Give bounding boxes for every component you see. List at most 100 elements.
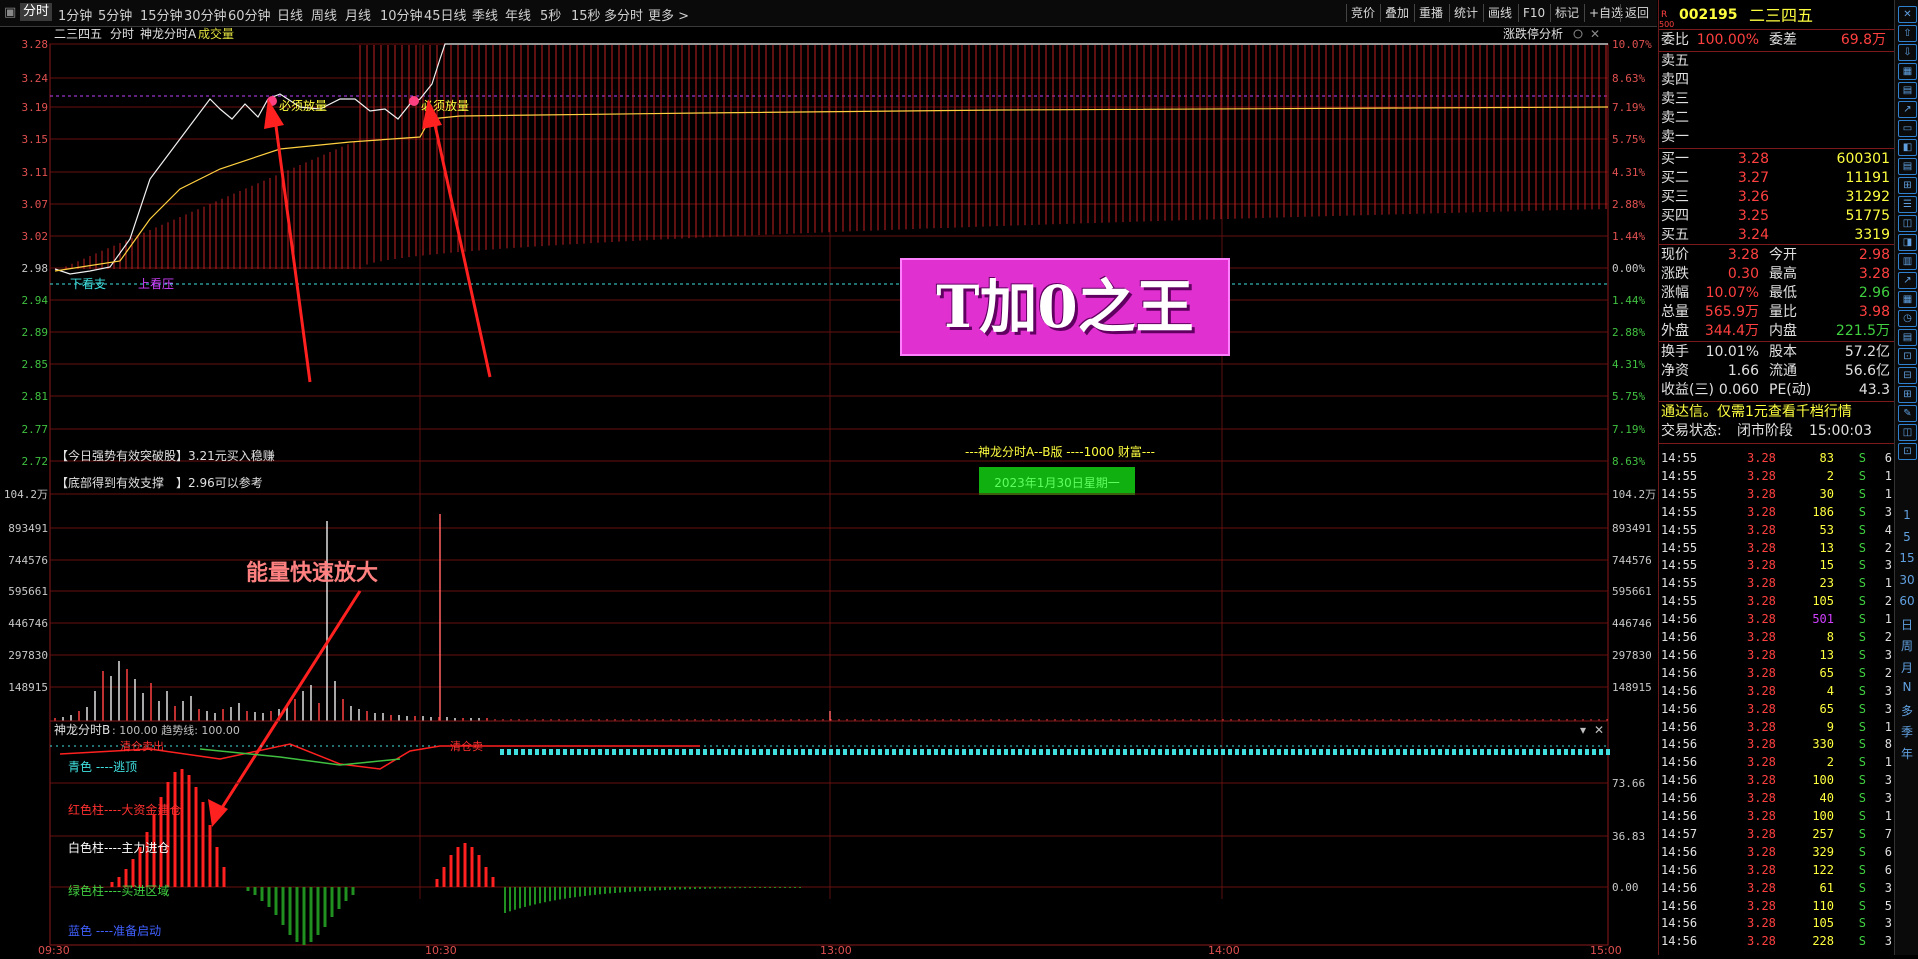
weicha-label: 委差	[1769, 32, 1797, 48]
sub-cyan-marker	[1522, 749, 1526, 755]
side-tool-icon[interactable]: ↗	[1898, 101, 1917, 118]
tab-12[interactable]: 年线	[505, 5, 531, 24]
price-tick-label: 2.85	[22, 358, 49, 371]
toolbar-button-6[interactable]: 标记	[1550, 4, 1583, 22]
sub-cyan-marker	[1564, 749, 1568, 755]
period-shortcut-7[interactable]: 月	[1895, 659, 1918, 676]
side-tool-icon[interactable]: ↗	[1898, 272, 1917, 289]
tab-1[interactable]: 1分钟	[58, 5, 92, 24]
tab-15[interactable]: 多分时	[604, 5, 643, 24]
weibi-label: 委比	[1661, 32, 1689, 48]
side-tool-icon[interactable]: ▥	[1898, 253, 1917, 270]
tick-side: S	[1858, 612, 1866, 627]
period-shortcut-10[interactable]: 季	[1895, 723, 1918, 740]
tick-volume: 100	[1812, 809, 1834, 823]
side-tool-icon[interactable]: ◫	[1898, 424, 1917, 441]
side-tool-icon[interactable]: ▤	[1898, 82, 1917, 99]
pct-tick-label: 7.19%	[1612, 101, 1645, 114]
side-tool-icon[interactable]: ☰	[1898, 196, 1917, 213]
tab-3[interactable]: 15分钟	[140, 5, 183, 24]
side-tool-icon[interactable]: ▤	[1898, 158, 1917, 175]
side-tool-icon[interactable]: ⊟	[1898, 367, 1917, 384]
tab-13[interactable]: 5秒	[540, 5, 561, 24]
side-tool-icon[interactable]: ✕	[1898, 6, 1917, 23]
intraday-chart-svg[interactable]: 3.28 10.07% 3.24 8.63% 3.19 7.19% 3.15 5.75% 3.1…	[0, 26, 1657, 957]
tick-volume: 13	[1819, 647, 1834, 662]
period-shortcut-2[interactable]: 15	[1895, 551, 1918, 565]
tab-8[interactable]: 月线	[345, 5, 371, 24]
side-tool-icon[interactable]: ◧	[1898, 139, 1917, 156]
side-tool-icon[interactable]: ▤	[1898, 329, 1917, 346]
side-tool-icon[interactable]: ⊞	[1898, 386, 1917, 403]
period-shortcut-11[interactable]: 年	[1895, 745, 1918, 762]
period-shortcut-3[interactable]: 30	[1895, 573, 1918, 587]
time-axis-label: 15:00	[1590, 944, 1622, 955]
tab-0[interactable]: 分时	[20, 3, 53, 21]
sub-cyan-marker	[1046, 749, 1050, 755]
promo-row[interactable]: 通达信。仅需1元查看千档行情	[1659, 403, 1894, 422]
sub-cyan-marker	[1123, 749, 1127, 755]
period-shortcut-1[interactable]: 5	[1895, 530, 1918, 544]
tab-11[interactable]: 季线	[472, 5, 498, 24]
period-shortcut-8[interactable]: N	[1895, 680, 1918, 694]
price-tick-label: 3.07	[22, 198, 49, 211]
sub-cyan-marker	[584, 749, 588, 755]
tab-9[interactable]: 10分钟	[380, 5, 423, 24]
period-shortcut-4[interactable]: 60	[1895, 594, 1918, 608]
volume-tick-label: 148915	[8, 681, 48, 694]
toolbar-button-1[interactable]: 叠加	[1380, 4, 1413, 22]
side-tool-icon[interactable]: ✎	[1898, 405, 1917, 422]
side-tool-icon[interactable]: ▦	[1898, 291, 1917, 308]
sub-cyan-marker	[682, 749, 686, 755]
tab-2[interactable]: 5分钟	[98, 5, 132, 24]
tick-count: 5	[1884, 898, 1892, 913]
period-shortcut-0[interactable]: 1	[1895, 508, 1918, 522]
side-tool-icon[interactable]: ◫	[1898, 215, 1917, 232]
sub-cyan-marker	[1571, 749, 1575, 755]
side-tool-icon[interactable]: ▭	[1898, 120, 1917, 137]
side-tool-icon[interactable]: ⇩	[1898, 44, 1917, 61]
tab-6[interactable]: 日线	[277, 5, 303, 24]
toolbar-button-8[interactable]: 返回	[1620, 4, 1653, 22]
side-tool-icon[interactable]: ⊡	[1898, 348, 1917, 365]
pct-tick-label: 8.63%	[1612, 455, 1645, 468]
tab-14[interactable]: 15秒	[571, 5, 601, 24]
sub-cyan-marker	[1074, 749, 1078, 755]
tab-4[interactable]: 30分钟	[184, 5, 227, 24]
side-tool-icon[interactable]: ◨	[1898, 234, 1917, 251]
toolbar-menu-icon[interactable]: ▣	[4, 5, 16, 20]
side-tool-icon[interactable]: ⇧	[1898, 25, 1917, 42]
side-tool-icon[interactable]: ⊡	[1898, 443, 1917, 460]
stat-label: 现价	[1661, 247, 1689, 263]
side-tool-icon[interactable]: ⊞	[1898, 177, 1917, 194]
period-shortcut-5[interactable]: 日	[1895, 616, 1918, 633]
stat-label: 涨幅	[1661, 285, 1689, 301]
tab-5[interactable]: 60分钟	[228, 5, 271, 24]
pct-tick-label: 7.19%	[1612, 423, 1645, 436]
toolbar-button-3[interactable]: 统计	[1449, 4, 1482, 22]
period-toolbar: 分时 1分钟 5分钟 15分钟 30分钟 60分钟 日线 周线 月线 10分钟 45日线 季线 年线 5秒…	[0, 0, 1657, 27]
period-shortcut-6[interactable]: 周	[1895, 637, 1918, 654]
tab-16[interactable]: 更多 >	[648, 5, 689, 24]
tick-row: 14:56 3.28 4 S 3	[1659, 683, 1894, 699]
weicha-value: 69.8万	[1840, 32, 1886, 48]
toolbar-button-0[interactable]: 竞价	[1346, 4, 1379, 22]
pct-tick-label: 4.31%	[1612, 358, 1645, 371]
toolbar-button-5[interactable]: F10	[1518, 4, 1549, 22]
tick-row: 14:55 3.28 2 S 1	[1659, 468, 1894, 484]
tick-row: 14:56 3.28 110 S 5	[1659, 898, 1894, 914]
tick-side: S	[1858, 809, 1866, 823]
period-shortcut-9[interactable]: 多	[1895, 702, 1918, 719]
sub-cyan-marker	[752, 749, 756, 755]
side-tool-icon[interactable]: ▦	[1898, 63, 1917, 80]
sub-cyan-marker	[822, 749, 826, 755]
tab-7[interactable]: 周线	[311, 5, 337, 24]
sub-values: : 100.00 趋势线: 100.00	[112, 723, 240, 737]
status-time: 15:00:03	[1809, 423, 1872, 439]
sub-cyan-marker	[1214, 749, 1218, 755]
side-tool-icon[interactable]: ◷	[1898, 310, 1917, 327]
tab-10[interactable]: 45日线	[424, 5, 467, 24]
toolbar-button-2[interactable]: 重播	[1414, 4, 1447, 22]
toolbar-button-4[interactable]: 画线	[1483, 4, 1516, 22]
tick-side: S	[1858, 468, 1866, 483]
